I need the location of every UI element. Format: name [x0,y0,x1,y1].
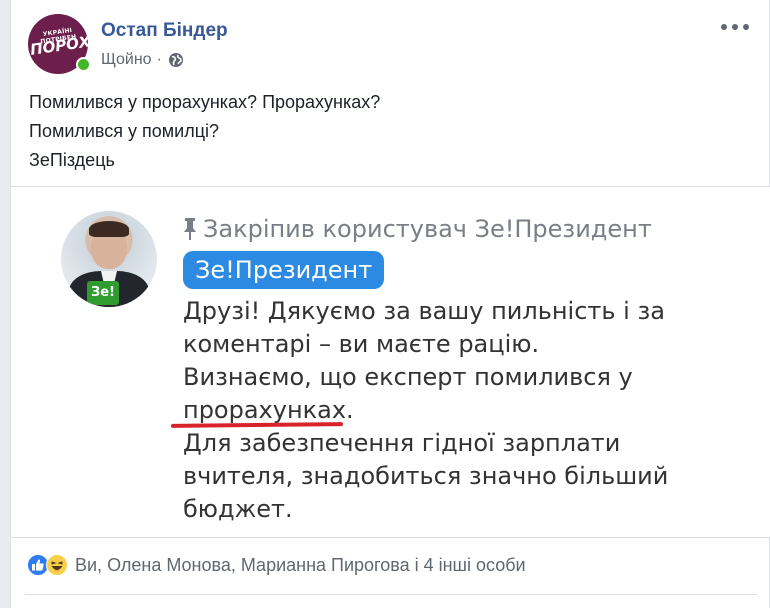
meta-separator: · [156,51,162,68]
message-line: коментарі – ви маєте рацію. [183,330,540,358]
message-line: Для забезпечення гідної зарплати [183,429,621,457]
post-body-text: Помилився у прорахунках? Прорахунках? По… [29,88,380,175]
avatar-logo-badge: Зе! [87,281,119,305]
pinned-by-label: Закріпив користувач Зе!Президент [183,215,652,243]
haha-icon [46,554,68,576]
pinned-author-avatar: Зе! [61,211,157,307]
post-meta: Щойно · [101,50,184,70]
post-header: УКРАЇНІ ПОТРІБЕН ПОРОХ Остап Біндер Щойн… [11,0,770,82]
globe-icon[interactable] [168,52,184,68]
post-text-line: Помилився у прорахунках? Прорахунках? [29,92,381,112]
admin-name-badge: Зе!Президент [183,251,385,289]
more-options-icon[interactable] [721,20,749,34]
post-image[interactable]: Зе! Закріпив користувач Зе!Президент Зе!… [11,186,770,538]
message-line: Визнаємо, що експерт помилився у [183,363,633,391]
pinned-label-text: Закріпив користувач Зе!Президент [203,215,652,243]
facebook-post: УКРАЇНІ ПОТРІБЕН ПОРОХ Остап Біндер Щойн… [10,0,770,608]
author-name-link[interactable]: Остап Біндер [101,20,228,42]
message-line: бюджет. [183,495,293,523]
online-status-dot [76,57,91,72]
pin-icon [184,218,196,240]
message-line: вчителя, знадобиться значно більший [183,462,669,490]
reactions-summary-text[interactable]: Ви, Олена Монова, Марианна Пирогова і 4 … [75,555,526,576]
post-timestamp[interactable]: Щойно [101,51,152,69]
post-text-line: ЗеПіздець [29,150,115,170]
pinned-message-text: Друзі! Дякуємо за вашу пильність і за ко… [183,295,668,526]
reactions-bar[interactable]: Ви, Олена Монова, Марианна Пирогова і 4 … [27,552,526,578]
divider [25,594,757,595]
message-line: Друзі! Дякуємо за вашу пильність і за [183,297,665,325]
post-text-line: Помилився у помилці? [29,121,220,141]
